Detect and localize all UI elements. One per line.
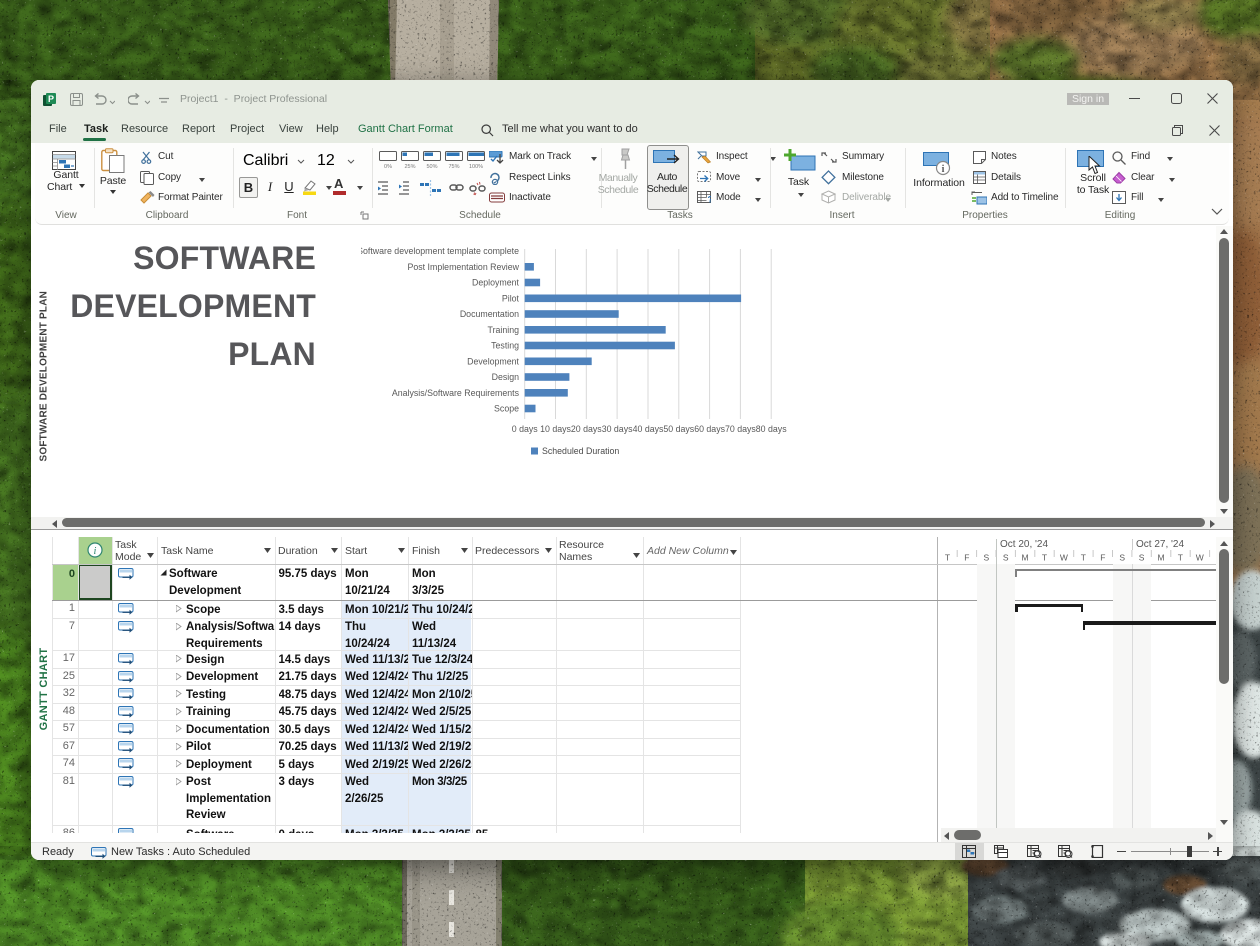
svg-text:Scheduled Duration: Scheduled Duration (542, 446, 619, 456)
svg-text:Software development template: Software development template complete (361, 246, 519, 256)
svg-text:W: W (1196, 553, 1204, 563)
svg-text:0 days: 0 days (512, 424, 539, 434)
svg-text:F: F (964, 553, 969, 563)
svg-text:F: F (1100, 553, 1105, 563)
svg-text:?: ? (708, 195, 712, 205)
svg-text:70 days: 70 days (725, 424, 756, 434)
svg-text:Documentation: Documentation (460, 309, 519, 319)
svg-text:40 days: 40 days (633, 424, 664, 434)
svg-text:S: S (983, 553, 989, 563)
svg-text:0%: 0% (384, 164, 392, 169)
svg-text:10 days: 10 days (540, 424, 571, 434)
svg-text:M: M (1157, 553, 1164, 563)
svg-text:i: i (942, 164, 945, 175)
svg-text:50 days: 50 days (663, 424, 694, 434)
svg-text:80 days: 80 days (756, 424, 787, 434)
svg-text:Scope: Scope (494, 404, 519, 414)
svg-text:20 days: 20 days (571, 424, 602, 434)
svg-text:S: S (1119, 553, 1125, 563)
svg-text:75%: 75% (448, 164, 459, 169)
svg-text:S: S (1003, 553, 1009, 563)
svg-text:i: i (94, 546, 97, 557)
svg-text:M: M (1022, 553, 1029, 563)
svg-text:T: T (945, 553, 950, 563)
svg-text:W: W (1060, 553, 1068, 563)
svg-text:Development: Development (467, 356, 519, 366)
svg-text:50%: 50% (426, 164, 437, 169)
svg-text:Deployment: Deployment (472, 278, 519, 288)
svg-text:30 days: 30 days (602, 424, 633, 434)
svg-text:T: T (1042, 553, 1047, 563)
svg-text:Design: Design (492, 372, 519, 382)
svg-text:Training: Training (488, 325, 520, 335)
svg-text:60 days: 60 days (694, 424, 725, 434)
svg-text:Pilot: Pilot (502, 293, 520, 303)
svg-text:S: S (1139, 553, 1145, 563)
svg-text:Post Implementation Review: Post Implementation Review (408, 262, 520, 272)
svg-text:25%: 25% (404, 164, 415, 169)
svg-text:Analysis/Software Requirements: Analysis/Software Requirements (392, 388, 520, 398)
svg-text:100%: 100% (469, 164, 483, 169)
svg-text:P: P (48, 94, 54, 104)
svg-text:Testing: Testing (491, 341, 519, 351)
svg-text:T: T (1081, 553, 1086, 563)
svg-text:T: T (1178, 553, 1183, 563)
